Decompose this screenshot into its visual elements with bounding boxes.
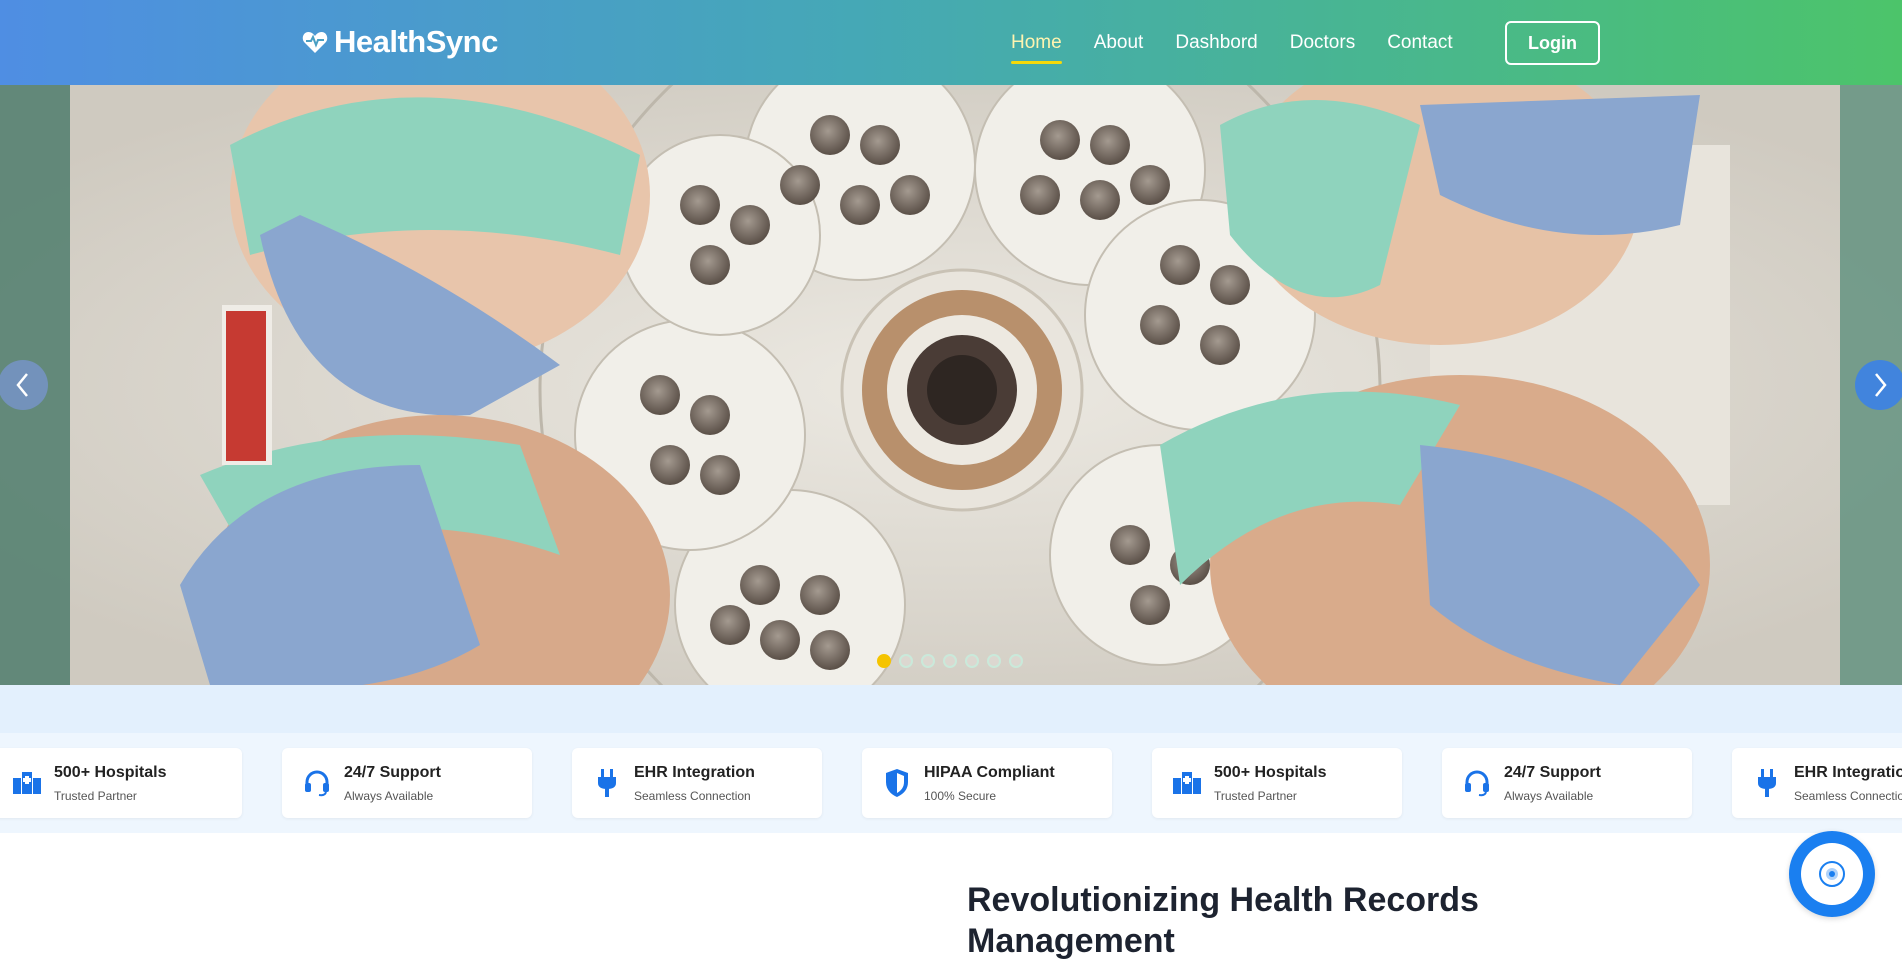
feature-title: 500+ Hospitals: [54, 763, 167, 781]
feature-card: EHR Integration Seamless Connection: [1732, 748, 1902, 818]
nav-doctors[interactable]: Doctors: [1290, 26, 1355, 60]
feature-card: 500+ Hospitals Trusted Partner: [1152, 748, 1402, 818]
carousel-dot[interactable]: [899, 654, 913, 668]
feature-card: EHR Integration Seamless Connection: [572, 748, 822, 818]
carousel-dot[interactable]: [921, 654, 935, 668]
brand-logo[interactable]: HealthSync: [302, 24, 498, 60]
top-navbar: HealthSync Home About Dashbord Doctors C…: [0, 0, 1902, 85]
feature-title: 24/7 Support: [344, 763, 441, 781]
hero-carousel: [0, 85, 1902, 685]
page-headline: Revolutionizing Health Records Managemen…: [967, 881, 1479, 960]
main-nav: Home About Dashbord Doctors Contact: [1011, 0, 1485, 85]
feature-subtitle: Always Available: [1504, 788, 1594, 803]
chat-bot-icon: [1819, 861, 1845, 887]
hospital-icon: [10, 766, 44, 800]
feature-title: EHR Integration: [634, 763, 755, 781]
shield-icon: [880, 766, 914, 800]
nav-home[interactable]: Home: [1011, 26, 1062, 64]
feature-card: 500+ Hospitals Trusted Partner: [0, 748, 242, 818]
carousel-dot[interactable]: [987, 654, 1001, 668]
feature-subtitle: Trusted Partner: [1214, 788, 1297, 803]
heart-pulse-icon: [302, 32, 328, 53]
feature-subtitle: Seamless Connection: [634, 788, 751, 803]
feature-title: HIPAA Compliant: [924, 763, 1055, 781]
nav-contact[interactable]: Contact: [1387, 26, 1452, 60]
chat-widget-button[interactable]: [1789, 831, 1875, 917]
feature-subtitle: Always Available: [344, 788, 434, 803]
nav-dashboard[interactable]: Dashbord: [1175, 26, 1257, 60]
headset-icon: [300, 766, 334, 800]
feature-subtitle: Trusted Partner: [54, 788, 137, 803]
headset-icon: [1460, 766, 1494, 800]
feature-subtitle: 100% Secure: [924, 788, 997, 803]
hero-image: [0, 85, 1902, 685]
feature-card: 24/7 Support Always Available: [1442, 748, 1692, 818]
hospital-icon: [1170, 766, 1204, 800]
features-ticker: 500+ Hospitals Trusted Partner 24/7 Suppo…: [0, 733, 1902, 833]
feature-title: 500+ Hospitals: [1214, 763, 1327, 781]
carousel-prev-button[interactable]: [0, 360, 48, 410]
carousel-indicators: [877, 654, 1031, 668]
carousel-dot[interactable]: [877, 654, 891, 668]
carousel-dot[interactable]: [943, 654, 957, 668]
carousel-dot[interactable]: [965, 654, 979, 668]
nav-about[interactable]: About: [1094, 26, 1144, 60]
feature-title: 24/7 Support: [1504, 763, 1601, 781]
feature-card: 24/7 Support Always Available: [282, 748, 532, 818]
plug-icon: [590, 766, 624, 800]
brand-name: HealthSync: [334, 24, 498, 59]
login-button[interactable]: Login: [1505, 21, 1600, 65]
plug-icon: [1750, 766, 1784, 800]
chevron-left-icon: [16, 373, 28, 397]
feature-title: EHR Integration: [1794, 763, 1902, 781]
chat-button-inner: [1801, 843, 1863, 905]
feature-card: HIPAA Compliant 100% Secure: [862, 748, 1112, 818]
chevron-right-icon: [1875, 373, 1887, 397]
carousel-next-button[interactable]: [1855, 360, 1902, 410]
section-divider: [0, 685, 1902, 733]
carousel-dot[interactable]: [1009, 654, 1023, 668]
feature-subtitle: Seamless Connection: [1794, 788, 1902, 803]
